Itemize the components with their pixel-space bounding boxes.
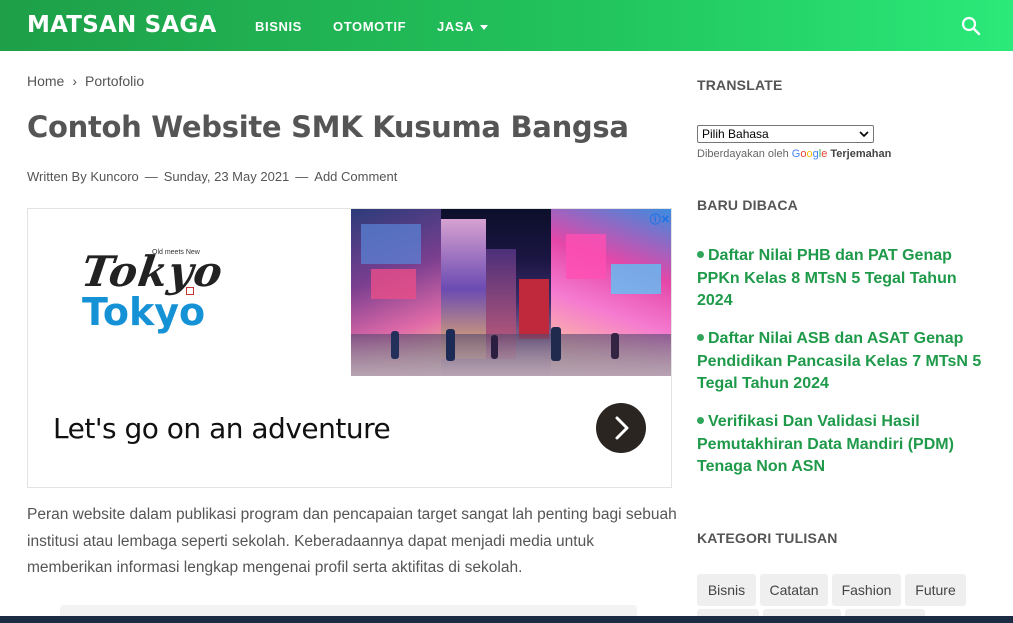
site-logo[interactable]: MATSAN SAGA bbox=[27, 12, 216, 38]
chevron-right-icon bbox=[615, 416, 629, 440]
recent-post-link[interactable]: Verifikasi Dan Validasi Hasil Pemutakhir… bbox=[697, 411, 992, 479]
post-date: Sunday, 23 May 2021 bbox=[163, 169, 290, 184]
nav-item-jasa[interactable]: JASA bbox=[437, 19, 489, 34]
breadcrumb: Home › Portofolio bbox=[27, 73, 144, 89]
ad-city-photo: ⓘ✕ bbox=[351, 209, 671, 376]
page-title: Contoh Website SMK Kusuma Bangsa bbox=[27, 110, 629, 144]
recent-post-link[interactable]: Daftar Nilai ASB dan ASAT Genap Pendidik… bbox=[697, 328, 992, 396]
nav-item-jasa-label: JASA bbox=[437, 19, 475, 34]
language-select-value: Pilih Bahasa bbox=[702, 127, 769, 141]
recent-post-title: Daftar Nilai PHB dan PAT Genap PPKn Kela… bbox=[697, 247, 957, 309]
ad-logo-bottom: Tokyo bbox=[82, 290, 206, 334]
recent-post-title: Daftar Nilai ASB dan ASAT Genap Pendidik… bbox=[697, 330, 982, 392]
article-body: Peran website dalam publikasi program da… bbox=[27, 506, 677, 577]
top-navbar: MATSAN SAGA BISNIS OTOMOTIF JASA bbox=[0, 0, 1013, 51]
breadcrumb-current[interactable]: Portofolio bbox=[85, 73, 144, 89]
translate-heading: TRANSLATE bbox=[697, 77, 783, 93]
category-tag[interactable]: Catatan bbox=[760, 574, 828, 606]
category-tag[interactable]: Bisnis bbox=[697, 574, 756, 606]
powered-by-google: Diberdayakan oleh Google Terjemahan bbox=[697, 148, 891, 160]
bullet-icon bbox=[697, 334, 704, 341]
category-heading: KATEGORI TULISAN bbox=[697, 530, 838, 546]
recent-post-link[interactable]: Daftar Nilai PHB dan PAT Genap PPKn Kela… bbox=[697, 245, 992, 313]
ad-next-button[interactable] bbox=[596, 403, 646, 453]
seal-icon bbox=[186, 287, 194, 295]
post-meta: Written By Kuncoro — Sunday, 23 May 2021 — A… bbox=[27, 169, 397, 184]
meta-divider: — bbox=[295, 169, 309, 184]
search-icon[interactable] bbox=[961, 16, 981, 36]
breadcrumb-home[interactable]: Home bbox=[27, 73, 64, 89]
recent-post-title: Verifikasi Dan Validasi Hasil Pemutakhir… bbox=[697, 413, 954, 475]
taskbar bbox=[0, 616, 1013, 623]
recent-heading: BARU DIBACA bbox=[697, 197, 798, 213]
chevron-down-icon bbox=[480, 25, 489, 31]
post-author[interactable]: Written By Kuncoro bbox=[27, 169, 139, 184]
nav-item-bisnis[interactable]: BISNIS bbox=[255, 19, 302, 34]
language-select[interactable]: Pilih Bahasa bbox=[697, 125, 874, 143]
chevron-down-icon bbox=[859, 131, 869, 138]
category-tag[interactable]: Future bbox=[905, 574, 966, 606]
bullet-icon bbox=[697, 251, 704, 258]
ad-headline[interactable]: Let's go on an adventure bbox=[53, 412, 391, 445]
advertisement[interactable]: Tokyo Old meets New Tokyo ⓘ✕ Let's go on… bbox=[27, 208, 672, 488]
nav-item-otomotif[interactable]: OTOMOTIF bbox=[333, 19, 406, 34]
google-letter: e bbox=[821, 148, 828, 160]
add-comment-link[interactable]: Add Comment bbox=[314, 169, 397, 184]
meta-divider: — bbox=[144, 169, 158, 184]
bullet-icon bbox=[697, 417, 704, 424]
translate-link[interactable]: Terjemahan bbox=[830, 148, 891, 160]
ad-logo: Tokyo Old meets New Tokyo bbox=[79, 247, 227, 334]
ad-logo-tagline: Old meets New bbox=[152, 249, 200, 256]
ad-choices-icon[interactable]: ⓘ✕ bbox=[650, 211, 670, 227]
powered-by-text: Diberdayakan oleh bbox=[697, 148, 789, 160]
category-tag[interactable]: Fashion bbox=[832, 574, 901, 606]
google-logo: Google bbox=[792, 148, 828, 160]
breadcrumb-separator: › bbox=[72, 73, 78, 89]
